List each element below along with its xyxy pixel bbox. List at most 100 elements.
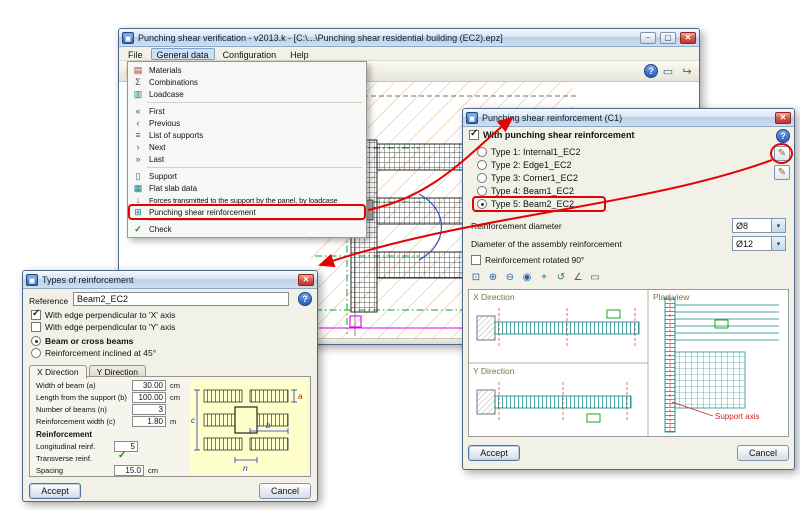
menu-item-list-of-supports[interactable]: ≡ List of supports xyxy=(129,129,365,141)
menu-item-check[interactable]: ✓ Check xyxy=(129,223,365,235)
edge-x-checkbox-row[interactable]: With edge perpendicular to 'X' axis xyxy=(31,308,176,320)
dim-a-label: a xyxy=(298,392,303,401)
number-of-beams-input[interactable]: 3 xyxy=(132,403,166,415)
preview-toolbar: ⊡ ⊕ ⊖ ◉ + ↺ ∠ ▭ xyxy=(468,270,603,285)
main-titlebar[interactable]: ▣ Punching shear verification - v2013.k … xyxy=(119,29,699,47)
tab-x-direction[interactable]: X Direction xyxy=(29,365,87,379)
reinf-titlebar[interactable]: ▣ Punching shear reinforcement (C1) ✕ xyxy=(463,109,794,127)
length-from-support-input[interactable]: 100.00 xyxy=(132,391,166,403)
reinforcement-width-input[interactable]: 1.80 xyxy=(132,415,166,427)
maximize-button[interactable]: ▢ xyxy=(660,31,676,44)
measure-icon[interactable]: ∠ xyxy=(570,270,586,285)
diameter-combo[interactable]: Ø8 ▾ xyxy=(732,218,786,233)
field-label: Reinforcement width (c) xyxy=(36,417,116,426)
types-window-title: Types of reinforcement xyxy=(42,274,134,285)
pan-icon[interactable]: + xyxy=(536,270,552,285)
menu-item-last[interactable]: » Last xyxy=(129,153,365,165)
type-1-radio-row[interactable]: Type 1: Internal1_EC2 xyxy=(477,147,581,157)
inclined-label: Reinforcement inclined at 45° xyxy=(45,348,157,358)
menu-item-forces-transmitted[interactable]: ↓ Forces transmitted to the support by th… xyxy=(129,194,365,206)
reference-input[interactable]: Beam2_EC2 xyxy=(73,292,289,306)
checkbox-icon xyxy=(31,322,41,332)
accept-button[interactable]: Accept xyxy=(29,483,81,499)
type-2-radio-row[interactable]: Type 2: Edge1_EC2 xyxy=(477,160,572,170)
assembly-diameter-label: Diameter of the assembly reinforcement xyxy=(471,239,622,249)
menu-item-previous[interactable]: ‹ Previous xyxy=(129,117,365,129)
app-icon: ▣ xyxy=(26,273,38,286)
menu-item-flat-slab-data[interactable]: ▦ Flat slab data xyxy=(129,182,365,194)
close-icon[interactable]: ✕ xyxy=(298,273,314,286)
edge-y-checkbox-row[interactable]: With edge perpendicular to 'Y' axis xyxy=(31,322,175,332)
menu-configuration[interactable]: Configuration xyxy=(217,48,283,60)
rotated-checkbox-row[interactable]: Reinforcement rotated 90° xyxy=(471,255,584,265)
zoom-window-icon[interactable]: ⊡ xyxy=(468,270,484,285)
cancel-button[interactable]: Cancel xyxy=(737,445,789,461)
menu-item-label: Support xyxy=(149,171,178,181)
type-4-radio-row[interactable]: Type 4: Beam1_EC2 xyxy=(477,186,574,196)
type-3-radio-row[interactable]: Type 3: Corner1_EC2 xyxy=(477,173,578,183)
close-button[interactable]: ✕ xyxy=(680,31,696,44)
transverse-label: Transverse reinf. xyxy=(36,454,92,463)
type-1-label: Type 1: Internal1_EC2 xyxy=(491,147,581,157)
field-label: Number of beams (n) xyxy=(36,405,107,414)
beams-label: Beam or cross beams xyxy=(45,336,134,346)
menu-item-loadcase[interactable]: ▥ Loadcase xyxy=(129,88,365,100)
assembly-diameter-combo[interactable]: Ø12 ▾ xyxy=(732,236,786,251)
zoom-out-icon[interactable]: ⊖ xyxy=(502,270,518,285)
menu-item-next[interactable]: › Next xyxy=(129,141,365,153)
rotated-label: Reinforcement rotated 90° xyxy=(485,255,585,265)
type-3-label: Type 3: Corner1_EC2 xyxy=(491,173,579,183)
reinforcement-preview[interactable]: X Direction Y Direction Plan view Suppor… xyxy=(468,289,789,437)
beams-radio-row[interactable]: Beam or cross beams xyxy=(31,336,133,346)
type-2-label: Type 2: Edge1_EC2 xyxy=(491,160,572,170)
type-5-radio-row[interactable]: Type 5: Beam2_EC2 xyxy=(472,196,606,212)
cancel-button[interactable]: Cancel xyxy=(259,483,311,499)
menu-general-data[interactable]: General data xyxy=(150,47,215,60)
dim-b-label: b xyxy=(266,421,271,430)
menu-item-first[interactable]: « First xyxy=(129,105,365,117)
accept-button[interactable]: Accept xyxy=(468,445,520,461)
transverse-check-icon[interactable]: ✓ xyxy=(118,450,126,461)
print-drawing-icon[interactable]: ▭ xyxy=(659,63,677,80)
main-window-title: Punching shear verification - v2013.k - … xyxy=(138,32,503,43)
y-direction-label: Y Direction xyxy=(473,366,515,376)
spacing-label: Spacing xyxy=(36,466,64,475)
menu-item-label: Flat slab data xyxy=(149,183,198,193)
menu-item-support[interactable]: ▯ Support xyxy=(129,170,365,182)
minimize-button[interactable]: – xyxy=(640,31,656,44)
close-icon[interactable]: ✕ xyxy=(775,111,791,124)
zoom-all-icon[interactable]: ◉ xyxy=(519,270,535,285)
types-titlebar[interactable]: ▣ Types of reinforcement ✕ xyxy=(23,271,317,289)
reinforcement-section-label: Reinforcement xyxy=(36,430,93,439)
chevron-down-icon: ▾ xyxy=(771,237,785,250)
redraw-icon[interactable]: ↺ xyxy=(553,270,569,285)
menu-item-label: Previous xyxy=(149,118,181,128)
help-icon[interactable]: ? xyxy=(776,129,790,143)
help-icon[interactable]: ? xyxy=(298,292,312,306)
edit-type-icon[interactable]: ✎ xyxy=(774,146,790,161)
list-of-supports-icon: ≡ xyxy=(135,130,141,140)
menu-item-punching-shear-reinforcement[interactable]: ⊞ Punching shear reinforcement xyxy=(128,204,366,220)
width-of-beam-input[interactable]: 30.00 xyxy=(132,379,166,391)
menu-item-label: List of supports xyxy=(149,130,204,140)
types-of-reinforcement-window: ▣ Types of reinforcement ✕ Reference Bea… xyxy=(22,270,318,502)
field-unit: cm xyxy=(170,381,180,390)
checkbox-icon xyxy=(31,308,41,320)
spacing-input[interactable]: 15.0 xyxy=(114,464,144,476)
with-reinforcement-checkbox-row[interactable]: With punching shear reinforcement xyxy=(469,128,634,140)
menu-file[interactable]: File xyxy=(122,48,149,60)
exit-icon[interactable]: ↪ xyxy=(678,63,696,80)
help-icon[interactable]: ? xyxy=(644,64,658,78)
type-5-label: Type 5: Beam2_EC2 xyxy=(491,199,575,209)
edge-x-label: With edge perpendicular to 'X' axis xyxy=(45,310,176,320)
edge-y-label: With edge perpendicular to 'Y' axis xyxy=(45,322,176,332)
menu-item-combinations[interactable]: Σ Combinations xyxy=(129,76,365,88)
reference-label: Reference xyxy=(29,296,69,306)
print-icon[interactable]: ▭ xyxy=(587,270,603,285)
inclined-radio-row[interactable]: Reinforcement inclined at 45° xyxy=(31,348,156,358)
menu-item-materials[interactable]: ▤ Materials xyxy=(129,64,365,76)
edit-reinforcement-icon[interactable]: ✎ xyxy=(774,165,790,180)
zoom-in-icon[interactable]: ⊕ xyxy=(485,270,501,285)
menu-help[interactable]: Help xyxy=(284,48,315,60)
menu-separator xyxy=(147,167,362,168)
